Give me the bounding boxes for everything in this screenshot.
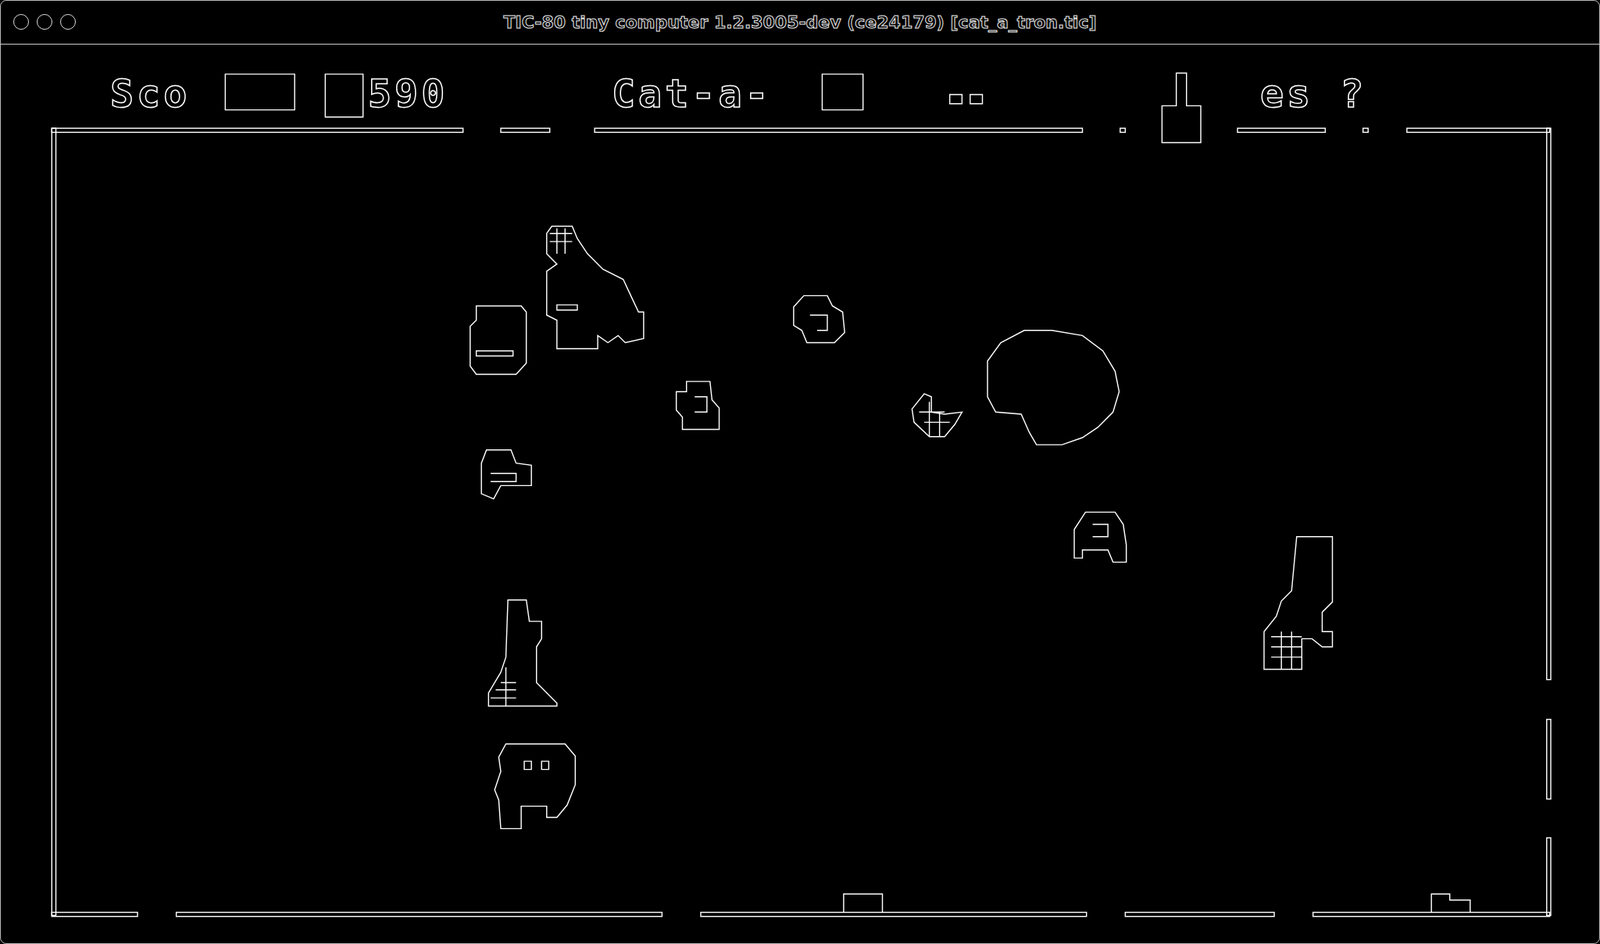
enemy-sprite <box>1264 536 1333 670</box>
hud-block <box>225 74 295 111</box>
title-bar: TIC-80 tiny computer 1.2.3005-dev (ce241… <box>0 0 1600 45</box>
arena-wall <box>1313 911 1550 916</box>
close-button[interactable] <box>13 14 29 30</box>
game-arena <box>0 44 1600 944</box>
app-window: TIC-80 tiny computer 1.2.3005-dev (ce241… <box>0 0 1600 944</box>
enemy-sprite <box>676 381 720 429</box>
score-label: Sco <box>110 72 190 116</box>
arena-wall <box>51 128 463 133</box>
enemy-sprite <box>470 305 527 375</box>
window-controls <box>13 14 76 30</box>
hud-block <box>1431 893 1471 913</box>
hud-block <box>325 74 363 118</box>
arena-wall <box>1407 128 1550 133</box>
minimize-button[interactable] <box>36 14 53 30</box>
arena-wall <box>1237 128 1325 133</box>
hud-block <box>950 94 983 104</box>
arena-wall <box>1363 128 1369 133</box>
enemy-sprite <box>987 330 1119 445</box>
enemy-sprite <box>494 743 575 829</box>
arena-wall <box>1546 719 1551 800</box>
arena-wall <box>1546 128 1551 679</box>
enemy-sprite <box>488 600 558 707</box>
arena-wall <box>594 128 1083 133</box>
prompt-text: es ? <box>1260 72 1367 116</box>
enemy-sprite <box>1074 511 1127 562</box>
hud-block <box>1161 73 1201 143</box>
score-value: 590 <box>367 72 448 116</box>
maximize-button[interactable] <box>60 14 76 30</box>
window-title: TIC-80 tiny computer 1.2.3005-dev (ce241… <box>14 12 1586 33</box>
arena-wall <box>500 128 550 133</box>
hud-block <box>821 74 863 111</box>
hud-block <box>843 893 883 913</box>
arena-wall <box>51 911 138 916</box>
arena-wall <box>176 911 663 916</box>
arena-wall <box>1546 837 1551 915</box>
enemy-sprite <box>911 393 962 437</box>
game-title: Cat-a- <box>611 72 772 116</box>
enemy-sprite <box>481 450 532 500</box>
arena-wall <box>51 128 56 915</box>
arena-wall <box>1120 128 1126 133</box>
arena-wall <box>700 911 1087 916</box>
game-screen[interactable]: Sco 590 Cat-a-es ? <box>0 44 1600 943</box>
enemy-sprite <box>793 295 845 343</box>
enemy-sprite <box>546 226 644 350</box>
arena-wall <box>1125 911 1275 916</box>
